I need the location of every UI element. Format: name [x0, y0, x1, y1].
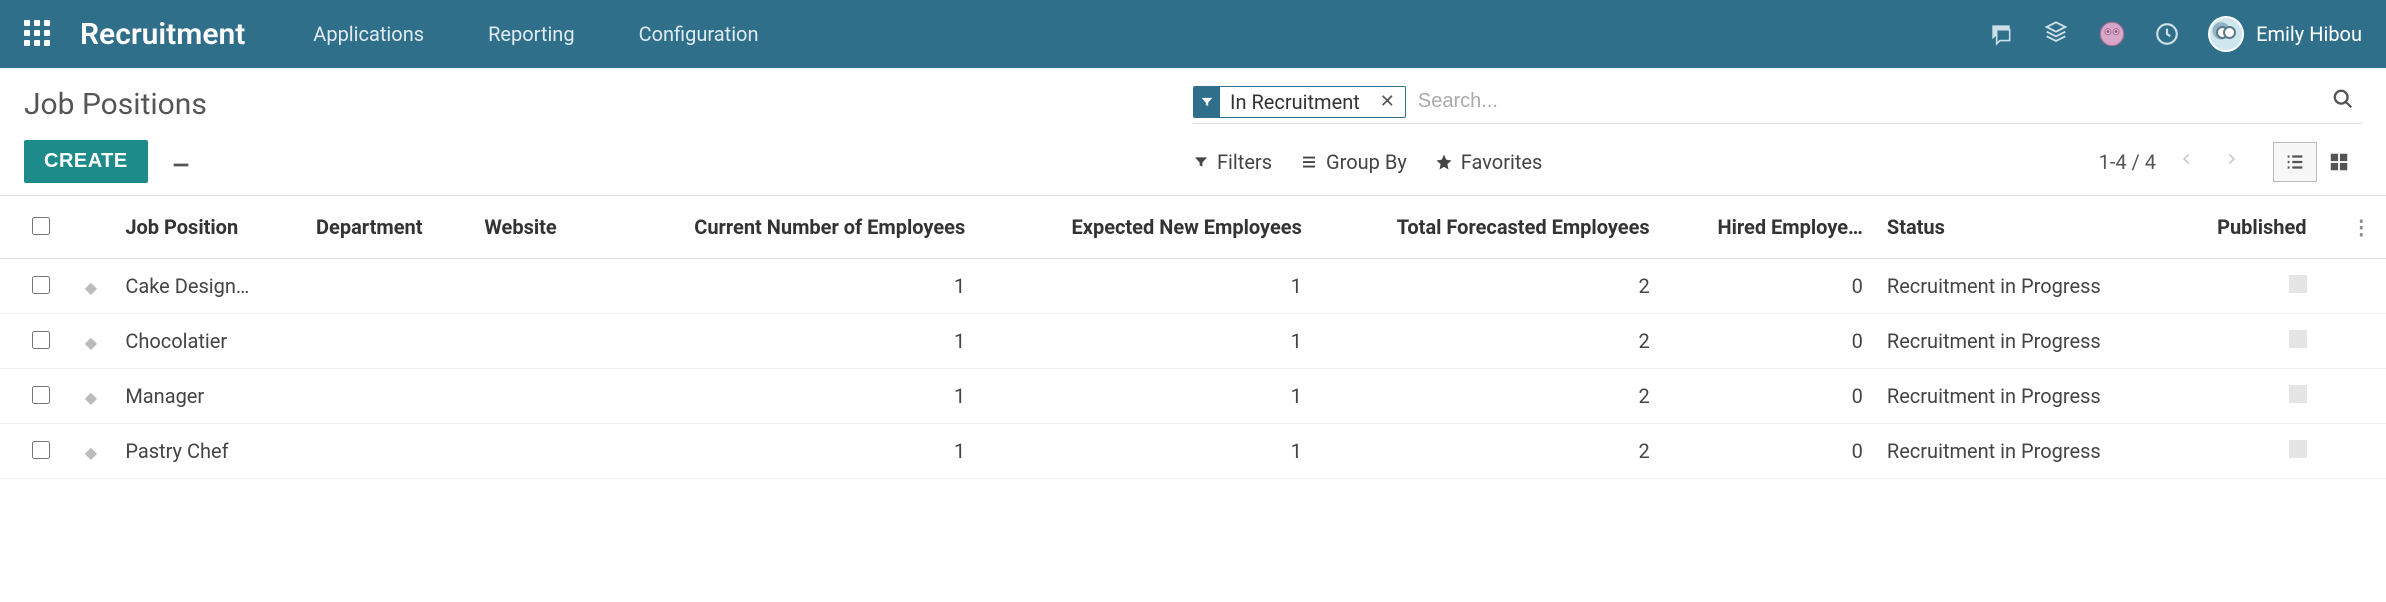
cell-website: [472, 369, 607, 424]
th-hired[interactable]: Hired Employe…: [1662, 196, 1875, 259]
cell-total: 2: [1314, 259, 1662, 314]
cell-hired: 0: [1662, 259, 1875, 314]
messages-icon[interactable]: [1988, 21, 2014, 47]
th-department[interactable]: Department: [304, 196, 472, 259]
cell-expected: 1: [977, 314, 1314, 369]
facet-label: In Recruitment: [1220, 90, 1370, 114]
search-input[interactable]: [1414, 86, 2324, 117]
facet-remove[interactable]: ✕: [1370, 91, 1405, 112]
table-row[interactable]: ◆Manager1120Recruitment in Progress: [0, 369, 2386, 424]
drag-handle-icon[interactable]: ◆: [85, 278, 97, 297]
cell-job: Manager: [125, 384, 204, 408]
clock-icon[interactable]: [2154, 21, 2180, 47]
cell-website: [472, 259, 607, 314]
download-icon[interactable]: [170, 148, 192, 175]
row-checkbox[interactable]: [32, 331, 50, 349]
cell-hired: 0: [1662, 314, 1875, 369]
pager-prev[interactable]: [2174, 145, 2200, 178]
create-button[interactable]: CREATE: [24, 140, 148, 183]
favorites-label: Favorites: [1461, 150, 1543, 174]
drag-handle-icon[interactable]: ◆: [85, 443, 97, 462]
table-row[interactable]: ◆Cake Design…1120Recruitment in Progress: [0, 259, 2386, 314]
cell-total: 2: [1314, 314, 1662, 369]
table-row[interactable]: ◆Chocolatier1120Recruitment in Progress: [0, 314, 2386, 369]
published-toggle[interactable]: [2289, 275, 2307, 293]
cell-department: [304, 314, 472, 369]
cell-expected: 1: [977, 259, 1314, 314]
th-website[interactable]: Website: [472, 196, 607, 259]
row-checkbox[interactable]: [32, 386, 50, 404]
job-positions-table: Job Position Department Website Current …: [0, 196, 2386, 479]
cell-hired: 0: [1662, 369, 1875, 424]
pager-next[interactable]: [2218, 145, 2244, 178]
control-panel: Job Positions In Recruitment ✕ CREATE Fi…: [0, 68, 2386, 196]
table-row[interactable]: ◆Pastry Chef1120Recruitment in Progress: [0, 424, 2386, 479]
nav-link-applications[interactable]: Applications: [293, 22, 444, 46]
cell-current: 1: [607, 259, 977, 314]
filters-button[interactable]: Filters: [1193, 150, 1272, 174]
filter-icon: [1194, 87, 1220, 117]
cell-status: Recruitment in Progress: [1875, 314, 2189, 369]
drag-handle-icon[interactable]: ◆: [85, 388, 97, 407]
search-facet: In Recruitment ✕: [1193, 86, 1406, 118]
th-published[interactable]: Published: [2189, 196, 2337, 259]
published-toggle[interactable]: [2289, 440, 2307, 458]
nav-link-reporting[interactable]: Reporting: [468, 22, 595, 46]
cell-job: Chocolatier: [125, 329, 227, 353]
search-bar: In Recruitment ✕: [1193, 84, 2362, 124]
modules-icon[interactable]: [2042, 20, 2070, 48]
row-checkbox[interactable]: [32, 276, 50, 294]
cell-current: 1: [607, 314, 977, 369]
avatar: [2208, 16, 2244, 52]
pager: 1-4 / 4: [2099, 145, 2244, 178]
cell-hired: 0: [1662, 424, 1875, 479]
nav-link-configuration[interactable]: Configuration: [619, 22, 779, 46]
search-icon[interactable]: [2324, 84, 2362, 119]
view-switcher: [2272, 141, 2362, 183]
select-all-checkbox[interactable]: [32, 217, 50, 235]
view-kanban-button[interactable]: [2317, 142, 2361, 182]
th-total[interactable]: Total Forecasted Employees: [1314, 196, 1662, 259]
cell-current: 1: [607, 369, 977, 424]
cell-status: Recruitment in Progress: [1875, 259, 2189, 314]
groupby-button[interactable]: Group By: [1300, 150, 1407, 174]
cell-total: 2: [1314, 424, 1662, 479]
cell-department: [304, 424, 472, 479]
th-job[interactable]: Job Position: [113, 196, 304, 259]
cell-department: [304, 369, 472, 424]
published-toggle[interactable]: [2289, 330, 2307, 348]
filters-label: Filters: [1217, 150, 1272, 174]
drag-handle-icon[interactable]: ◆: [85, 333, 97, 352]
th-current[interactable]: Current Number of Employees: [607, 196, 977, 259]
apps-menu-icon[interactable]: [24, 20, 52, 48]
pager-value[interactable]: 1-4 / 4: [2099, 150, 2156, 174]
cell-department: [304, 259, 472, 314]
user-name: Emily Hibou: [2256, 22, 2362, 46]
published-toggle[interactable]: [2289, 385, 2307, 403]
cell-status: Recruitment in Progress: [1875, 424, 2189, 479]
th-expected[interactable]: Expected New Employees: [977, 196, 1314, 259]
cell-website: [472, 314, 607, 369]
row-checkbox[interactable]: [32, 441, 50, 459]
groupby-label: Group By: [1326, 150, 1407, 174]
top-navbar: Recruitment Applications Reporting Confi…: [0, 0, 2386, 68]
owl-icon[interactable]: [2098, 20, 2126, 48]
cell-website: [472, 424, 607, 479]
cell-expected: 1: [977, 424, 1314, 479]
favorites-button[interactable]: Favorites: [1435, 150, 1543, 174]
cell-job: Cake Design…: [125, 274, 249, 298]
user-menu[interactable]: Emily Hibou: [2208, 16, 2362, 52]
page-title: Job Positions: [24, 87, 1193, 122]
th-status[interactable]: Status: [1875, 196, 2189, 259]
cell-current: 1: [607, 424, 977, 479]
cell-job: Pastry Chef: [125, 439, 228, 463]
cell-total: 2: [1314, 369, 1662, 424]
table-header-row: Job Position Department Website Current …: [0, 196, 2386, 259]
cell-status: Recruitment in Progress: [1875, 369, 2189, 424]
cell-expected: 1: [977, 369, 1314, 424]
brand-title[interactable]: Recruitment: [80, 17, 245, 52]
view-list-button[interactable]: [2273, 142, 2317, 182]
th-optional-cols[interactable]: ⋮: [2337, 196, 2386, 259]
